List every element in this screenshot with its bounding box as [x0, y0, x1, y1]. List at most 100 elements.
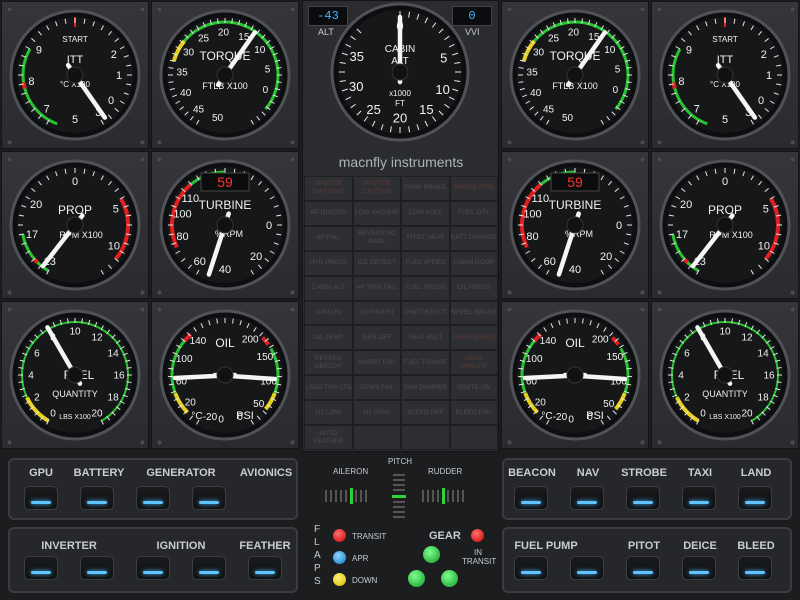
toggle-switch-avionics[interactable]	[192, 486, 226, 510]
toggle-switch-battery[interactable]	[80, 486, 114, 510]
dial-number: 12	[91, 332, 103, 343]
dial-number: 60	[544, 256, 556, 268]
dial-number: 200	[592, 334, 609, 345]
dial-number: 10	[254, 45, 266, 56]
prop-gauge-left: 0510131720 PROPRPM X100	[9, 159, 141, 291]
dial-number: 5	[113, 203, 119, 215]
toggle-switch-systems-3[interactable]	[626, 556, 660, 580]
toggle-switch-engine-4[interactable]	[192, 556, 226, 580]
dial-number: 0	[263, 85, 269, 96]
dial-number: 5	[265, 65, 271, 76]
toggle-switch-engine-2[interactable]	[80, 556, 114, 580]
toggle-switch-systems-1[interactable]	[514, 556, 548, 580]
toggle-switch-nav[interactable]	[570, 486, 604, 510]
dial-number: 30	[183, 48, 195, 59]
dial-number: 20	[185, 398, 197, 409]
fuel-quantity-gauge-left: 02468101214161820FUELQUANTITYLBS X100	[9, 309, 141, 441]
dial-number: 4	[28, 371, 34, 382]
dial-number: 50	[212, 113, 224, 124]
dial-number: 10	[108, 241, 120, 253]
turbine-digital-readout: 59	[567, 174, 583, 190]
torque-gauge-left: 05101520253035404550TORQUEFTLB X100	[159, 9, 291, 141]
dial-number: 5	[440, 50, 447, 65]
dial-text: QUANTITY	[52, 389, 98, 399]
dial-number: 40	[530, 88, 542, 99]
gear-left-lamp	[408, 570, 425, 587]
dial-text: OIL	[215, 336, 235, 350]
needle-hub	[216, 216, 234, 234]
dial-number: -20	[203, 412, 218, 423]
dial-number: 20	[250, 251, 262, 263]
flaps-apr-lamp	[333, 551, 346, 564]
toggle-switch-taxi[interactable]	[682, 486, 716, 510]
switch-label: BATTERY	[73, 467, 125, 479]
dial-number: 110	[532, 193, 550, 205]
dial-text: TURBINE	[199, 198, 252, 212]
switch-label: INVERTER	[41, 540, 97, 552]
dial-number: -20	[553, 412, 568, 423]
dial-number: 16	[763, 371, 775, 382]
dial-number: 80	[176, 231, 188, 243]
dial-number: 20	[535, 398, 547, 409]
dial-number: 40	[569, 264, 581, 276]
dial-text: LBS X100	[709, 414, 741, 421]
dial-number: 30	[533, 48, 545, 59]
toggle-switch-systems-2[interactable]	[570, 556, 604, 580]
flaps-letter: L	[314, 537, 320, 548]
dial-text: PROP	[58, 203, 92, 217]
flaps-down-label: DOWN	[352, 576, 378, 585]
flaps-down-lamp	[333, 573, 346, 586]
toggle-switch-gpu[interactable]	[24, 486, 58, 510]
dial-number: 18	[108, 393, 120, 404]
dial-number: 20	[393, 111, 407, 126]
dial-number: 140	[540, 336, 557, 347]
dial-number: 15	[419, 102, 433, 117]
needle-hub	[216, 66, 234, 84]
toggle-switch-engine-1[interactable]	[24, 556, 58, 580]
toggle-switch-strobe[interactable]	[626, 486, 660, 510]
dial-text: LBS X100	[59, 414, 91, 421]
dial-number: 2	[34, 393, 40, 404]
dial-number: 50	[253, 399, 265, 410]
dial-number: 25	[366, 102, 380, 117]
dial-number: 9	[36, 45, 42, 57]
dial-number: 1	[766, 70, 772, 82]
toggle-switch-land[interactable]	[738, 486, 772, 510]
toggle-switch-beacon[interactable]	[514, 486, 548, 510]
toggle-switch-engine-5[interactable]	[248, 556, 282, 580]
toggle-switch-engine-3[interactable]	[136, 556, 170, 580]
dial-number: 100	[526, 354, 543, 365]
toggle-switch-systems-4[interactable]	[682, 556, 716, 580]
toggle-switch-systems-5[interactable]	[738, 556, 772, 580]
dial-text: TURBINE	[549, 198, 602, 212]
needle-hub	[391, 63, 409, 81]
dial-number: 35	[177, 68, 189, 79]
dial-number: 9	[686, 45, 692, 57]
dial-number: 2	[761, 49, 767, 61]
dial-text: QUANTITY	[702, 389, 748, 399]
flaps-letter: F	[314, 524, 321, 535]
dial-number: 7	[44, 104, 50, 116]
switch-label: FEATHER	[239, 540, 291, 552]
dial-number: 20	[91, 409, 103, 420]
needle-hub	[566, 66, 584, 84]
dial-number: 5	[722, 114, 728, 126]
needle-hub	[66, 216, 84, 234]
dial-number: 20	[600, 251, 612, 263]
dial-text: FT	[395, 99, 405, 108]
dial-number: 10	[719, 327, 731, 338]
dial-number: 10	[435, 82, 449, 97]
flaps-transit-label: TRANSIT	[352, 532, 387, 541]
dial-number: 50	[562, 113, 574, 124]
dial-number: 45	[543, 104, 555, 115]
dial-number: 4	[678, 371, 684, 382]
switch-label: BLEED	[737, 540, 775, 552]
dial-text: PROP	[708, 203, 742, 217]
switch-label: IGNITION	[156, 540, 206, 552]
dial-number: 20	[568, 28, 580, 39]
switch-label: FUEL PUMP	[514, 540, 578, 552]
dial-number: 2	[684, 393, 690, 404]
dial-number: 200	[242, 334, 259, 345]
toggle-switch-generator[interactable]	[136, 486, 170, 510]
trim-indicators	[325, 474, 464, 518]
